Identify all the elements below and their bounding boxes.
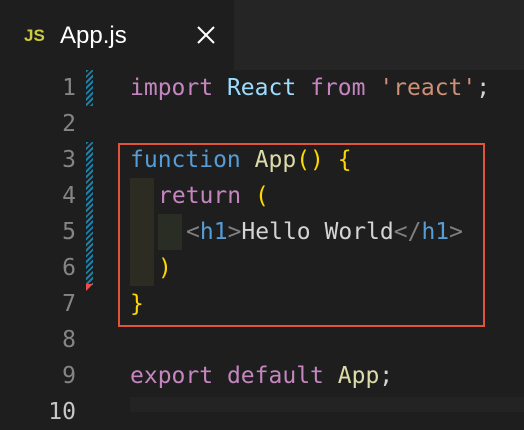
code-line-9[interactable]: 9 export default App; bbox=[0, 358, 524, 394]
tab-app-js[interactable]: JS App.js bbox=[0, 0, 234, 70]
code-text: export default App; bbox=[130, 363, 394, 389]
line-number: 4 bbox=[62, 183, 76, 209]
line-number: 1 bbox=[62, 75, 76, 101]
code-line-10[interactable]: 10 bbox=[0, 394, 524, 430]
code-line-1[interactable]: 1 import React from 'react'; bbox=[0, 70, 524, 106]
line-number: 2 bbox=[62, 111, 76, 137]
annotation-highlight-box bbox=[118, 143, 485, 327]
line-number: 6 bbox=[62, 255, 76, 281]
javascript-file-icon: JS bbox=[24, 26, 45, 45]
line-number: 5 bbox=[62, 219, 76, 245]
close-icon[interactable] bbox=[193, 22, 219, 48]
tab-bar: JS App.js bbox=[0, 0, 524, 70]
code-text: import React from 'react'; bbox=[130, 75, 491, 101]
line-number: 8 bbox=[62, 327, 76, 353]
line-number: 10 bbox=[48, 399, 76, 425]
line-number: 9 bbox=[62, 363, 76, 389]
code-line-8[interactable]: 8 bbox=[0, 322, 524, 358]
code-line-2[interactable]: 2 bbox=[0, 106, 524, 142]
tab-label: App.js bbox=[60, 22, 127, 49]
line-number: 3 bbox=[62, 147, 76, 173]
line-number: 7 bbox=[62, 291, 76, 317]
